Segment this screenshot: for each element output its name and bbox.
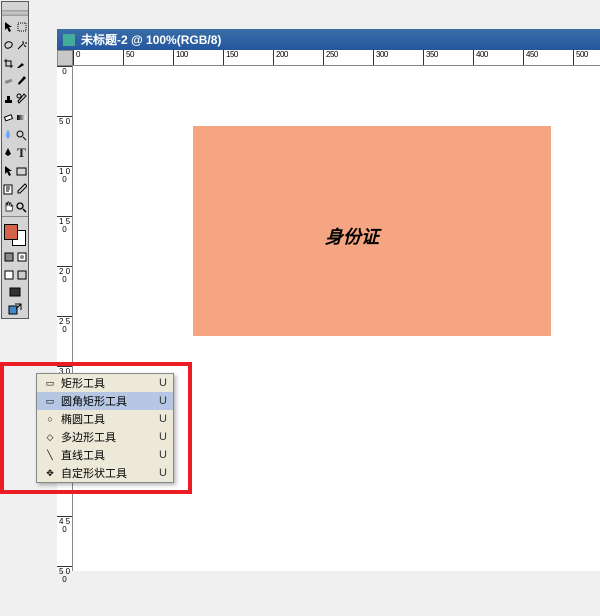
ruler-tick: 0	[57, 66, 72, 116]
shape-tool[interactable]	[15, 162, 28, 180]
ruler-tick: 450	[523, 50, 573, 66]
dodge-tool[interactable]	[15, 126, 28, 144]
flyout-label: 直线工具	[61, 447, 159, 463]
flyout-item[interactable]: ╲ 直线工具U	[37, 446, 173, 464]
flyout-label: 矩形工具	[61, 375, 159, 391]
shape-tool-flyout: ▭矩形工具U▭圆角矩形工具U○椭圆工具U◇多边形工具U╲直线工具U✥自定形状工具…	[36, 373, 174, 483]
foreground-color[interactable]	[4, 224, 18, 240]
canvas-text[interactable]: 身份证	[325, 223, 379, 249]
ruler-vertical[interactable]: 05 01 0 01 5 02 0 02 5 03 0 03 5 04 0 04…	[57, 66, 73, 571]
ruler-tick: 400	[473, 50, 523, 66]
jump-to[interactable]	[2, 300, 28, 318]
flyout-item[interactable]: ○ 椭圆工具U	[37, 410, 173, 428]
document-window: 未标题-2 @ 100%(RGB/8) 05010015020025030035…	[57, 29, 600, 571]
window-title: 未标题-2 @ 100%(RGB/8)	[81, 31, 221, 48]
screenmode-a[interactable]	[2, 266, 15, 284]
zoom-tool[interactable]	[15, 198, 28, 216]
titlebar[interactable]: 未标题-2 @ 100%(RGB/8)	[57, 29, 600, 50]
gradient-tool[interactable]	[15, 108, 28, 126]
flyout-item[interactable]: ▭ 圆角矩形工具U	[37, 392, 173, 410]
move-tool[interactable]	[2, 18, 15, 36]
ruler-tick: 2 0 0	[57, 266, 72, 316]
wand-tool[interactable]	[15, 36, 28, 54]
lasso-tool[interactable]	[2, 36, 15, 54]
flyout-item[interactable]: ▭ 矩形工具U	[37, 374, 173, 392]
brush-tool[interactable]	[15, 72, 28, 90]
blur-tool[interactable]	[2, 126, 15, 144]
flyout-item[interactable]: ◇ 多边形工具U	[37, 428, 173, 446]
pen-tool[interactable]	[2, 144, 15, 162]
eraser-tool[interactable]	[2, 108, 15, 126]
screenmode-c[interactable]	[2, 284, 28, 300]
ruler-tick: 50	[123, 50, 173, 66]
ruler-tick: 5 0 0	[57, 566, 72, 616]
ruler-tick: 200	[273, 50, 323, 66]
window-icon	[63, 34, 75, 46]
flyout-label: 自定形状工具	[61, 465, 159, 481]
ruler-tick: 2 5 0	[57, 316, 72, 366]
slice-tool[interactable]	[15, 54, 28, 72]
shape-icon: ◇	[43, 432, 57, 443]
ruler-tick: 250	[323, 50, 373, 66]
ruler-tick: 1 5 0	[57, 216, 72, 266]
flyout-item[interactable]: ✥ 自定形状工具U	[37, 464, 173, 482]
hand-tool[interactable]	[2, 198, 15, 216]
notes-tool[interactable]	[2, 180, 15, 198]
shape-icon: ✥	[43, 468, 57, 479]
canvas[interactable]: 身份证	[73, 66, 600, 571]
screenmode-b[interactable]	[15, 266, 28, 284]
toolbox-handle[interactable]	[2, 10, 28, 16]
ruler-horizontal[interactable]: 050100150200250300350400450500	[73, 50, 600, 66]
ruler-tick: 4 5 0	[57, 516, 72, 566]
flyout-label: 多边形工具	[61, 429, 159, 445]
ruler-tick: 500	[573, 50, 600, 66]
screenmode-standard[interactable]	[2, 248, 15, 266]
ruler-tick: 350	[423, 50, 473, 66]
flyout-shortcut: U	[159, 449, 167, 461]
eyedropper-tool[interactable]	[15, 180, 28, 198]
flyout-label: 圆角矩形工具	[61, 393, 159, 409]
ruler-tick: 5 0	[57, 116, 72, 166]
crop-tool[interactable]	[2, 54, 15, 72]
flyout-shortcut: U	[159, 413, 167, 425]
flyout-shortcut: U	[159, 431, 167, 443]
stamp-tool[interactable]	[2, 90, 15, 108]
ruler-tick: 300	[373, 50, 423, 66]
ruler-corner[interactable]	[57, 50, 73, 66]
ruler-tick: 0	[73, 50, 123, 66]
ruler-tick: 150	[223, 50, 273, 66]
heal-tool[interactable]	[2, 72, 15, 90]
ruler-tick: 1 0 0	[57, 166, 72, 216]
shape-icon: ▭	[43, 378, 57, 389]
flyout-label: 椭圆工具	[61, 411, 159, 427]
marquee-tool[interactable]	[15, 18, 28, 36]
screenmode-mask[interactable]	[15, 248, 28, 266]
flyout-shortcut: U	[159, 377, 167, 389]
ruler-tick: 100	[173, 50, 223, 66]
toolbox-divider	[2, 216, 28, 222]
shape-icon: ▭	[43, 396, 57, 407]
flyout-shortcut: U	[159, 395, 167, 407]
history-brush-tool[interactable]	[15, 90, 28, 108]
toolbox: T	[1, 1, 29, 319]
shape-icon: ○	[43, 414, 57, 424]
shape-icon: ╲	[43, 450, 57, 461]
flyout-shortcut: U	[159, 467, 167, 479]
path-select-tool[interactable]	[2, 162, 15, 180]
color-swatches[interactable]	[2, 222, 28, 248]
type-tool[interactable]: T	[15, 144, 28, 162]
